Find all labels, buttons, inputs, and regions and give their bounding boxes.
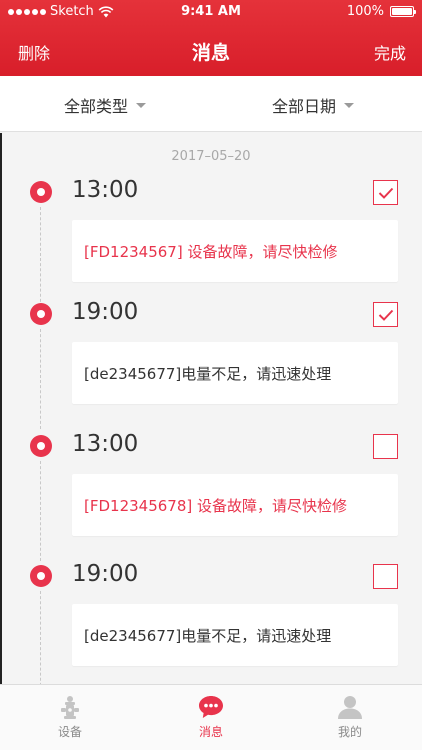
page-title: 消息 <box>191 42 230 64</box>
hydrant-icon <box>61 696 79 719</box>
timeline-connector <box>40 329 41 429</box>
battery-fill <box>392 8 412 15</box>
timeline-dot-icon <box>30 303 52 325</box>
nav-bar: 删除 消息 完成 <box>0 24 422 76</box>
checkmark-icon <box>378 309 393 321</box>
date-header: 2017–05–20 <box>171 149 251 164</box>
timeline-dot-icon <box>30 181 52 203</box>
caret-down-icon <box>136 102 147 108</box>
status-bar: Sketch 9:41 AM 100% <box>0 0 422 24</box>
filter-bar: 全部类型 全部日期 <box>0 76 422 132</box>
message-item: 19:00 [de2345677]电量不足，请迅速处理 <box>0 561 422 684</box>
select-checkbox[interactable] <box>373 434 398 459</box>
user-icon <box>338 696 362 719</box>
message-list[interactable]: 2017–05–20 13:00 [FD1234567] 设备故障，请尽快检修 … <box>0 133 422 684</box>
message-item: 13:00 [FD1234567] 设备故障，请尽快检修 <box>0 177 422 311</box>
battery-percent: 100% <box>346 4 384 19</box>
message-card[interactable]: [FD12345678] 设备故障，请尽快检修 <box>72 474 398 536</box>
type-filter-label: 全部类型 <box>64 97 129 116</box>
date-filter-dropdown[interactable]: 全部日期 <box>272 93 355 117</box>
type-filter-dropdown[interactable]: 全部类型 <box>64 93 147 117</box>
status-right: 100% <box>346 4 416 19</box>
timeline-connector <box>40 207 41 307</box>
tab-bar: 设备 消息 我的 <box>0 684 422 750</box>
select-checkbox[interactable] <box>373 180 398 205</box>
header: Sketch 9:41 AM 100% 删除 消息 完成 <box>0 0 422 76</box>
message-card[interactable]: [de2345677]电量不足，请迅速处理 <box>72 342 398 404</box>
tab-message-label: 消息 <box>198 725 223 739</box>
tab-device-label: 设备 <box>57 725 82 739</box>
checkmark-icon <box>378 187 393 199</box>
date-filter-label: 全部日期 <box>272 97 337 116</box>
message-item: 19:00 [de2345677]电量不足，请迅速处理 <box>0 299 422 433</box>
message-time: 13:00 <box>72 431 139 457</box>
tab-device[interactable]: 设备 <box>20 695 120 740</box>
message-time: 19:00 <box>72 299 139 325</box>
select-checkbox[interactable] <box>373 302 398 327</box>
battery-icon <box>390 6 416 17</box>
message-time: 13:00 <box>72 177 139 203</box>
tab-mine-label: 我的 <box>337 725 362 739</box>
select-checkbox[interactable] <box>373 564 398 589</box>
message-card[interactable]: [de2345677]电量不足，请迅速处理 <box>72 604 398 666</box>
timeline-dot-icon <box>30 565 52 587</box>
caret-down-icon <box>344 102 355 108</box>
timeline-connector <box>40 461 41 561</box>
chat-bubble-icon <box>199 696 223 718</box>
tab-message[interactable]: 消息 <box>161 695 261 740</box>
message-item: 13:00 [FD12345678] 设备故障，请尽快检修 <box>0 431 422 565</box>
done-button[interactable]: 完成 <box>374 40 406 64</box>
timeline-connector <box>40 591 41 684</box>
message-card[interactable]: [FD1234567] 设备故障，请尽快检修 <box>72 220 398 282</box>
tab-mine[interactable]: 我的 <box>300 695 400 740</box>
message-time: 19:00 <box>72 561 139 587</box>
timeline-dot-icon <box>30 435 52 457</box>
